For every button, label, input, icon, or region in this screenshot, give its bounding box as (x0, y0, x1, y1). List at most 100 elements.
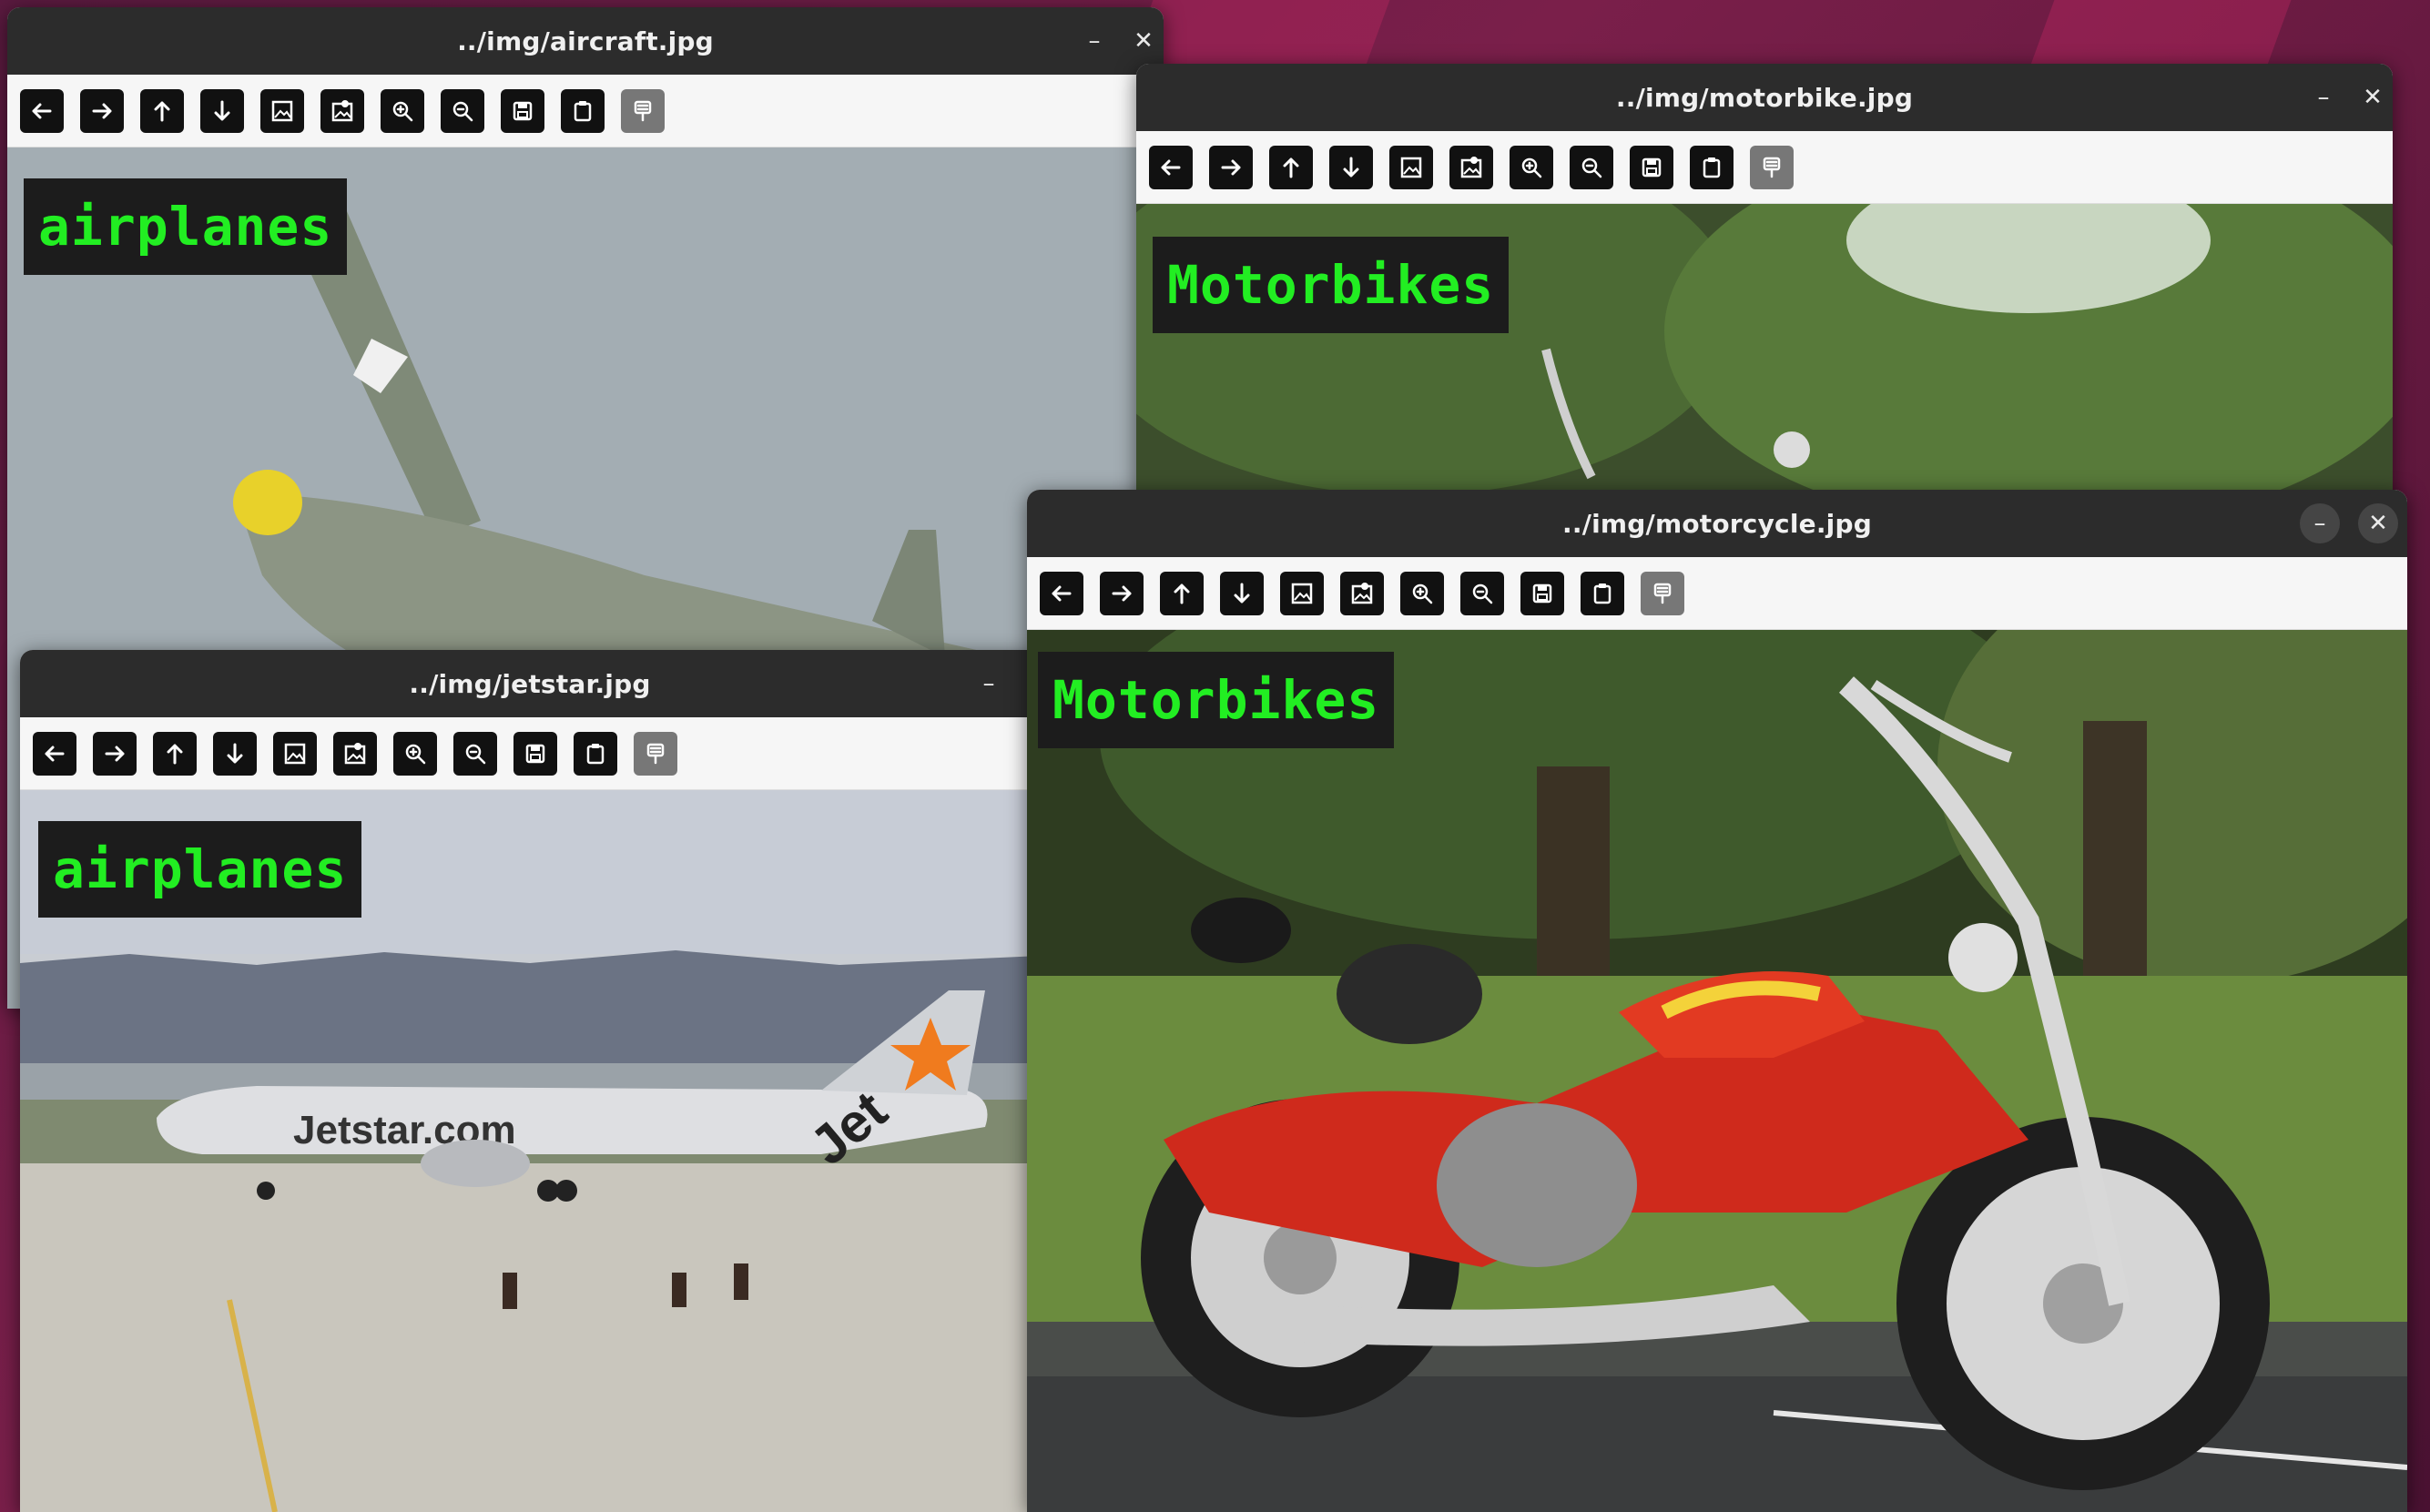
clipboard-icon (574, 100, 592, 121)
arrow-left-button[interactable] (33, 731, 76, 776)
arrow-right-button[interactable] (93, 731, 137, 776)
image-button[interactable] (260, 88, 304, 133)
arrow-down-icon (227, 743, 243, 763)
clipboard-icon (1593, 583, 1612, 604)
zoom-in-button[interactable] (1510, 145, 1553, 189)
image-person-icon (1460, 156, 1482, 178)
window-motorcycle[interactable]: ../img/motorcycle.jpg – ✕ Motorbikes (1027, 490, 2407, 1512)
properties-button[interactable] (1750, 145, 1794, 189)
zoom-in-button[interactable] (381, 88, 424, 133)
window-jetstar[interactable]: ../img/jetstar.jpg – Jetstar.com Jet air… (20, 650, 1040, 1512)
arrow-up-button[interactable] (153, 731, 197, 776)
image-icon (1291, 583, 1313, 604)
motorcycle-photo (1027, 630, 2407, 1512)
classification-label: Motorbikes (1038, 652, 1395, 748)
clipboard-button[interactable] (561, 88, 605, 133)
close-button[interactable]: ✕ (2353, 77, 2393, 117)
arrow-down-icon (1343, 157, 1359, 177)
arrow-down-icon (214, 100, 230, 120)
clipboard-button[interactable] (574, 731, 617, 776)
save-icon (525, 744, 545, 763)
arrow-up-icon (154, 101, 170, 121)
arrow-right-button[interactable] (1209, 145, 1253, 189)
image-icon (271, 100, 293, 121)
properties-icon (646, 743, 665, 764)
properties-icon (1763, 157, 1781, 178)
image-person-button[interactable] (1340, 571, 1384, 615)
arrow-down-button[interactable] (213, 731, 257, 776)
zoom-out-button[interactable] (1570, 145, 1613, 189)
arrow-right-icon (92, 103, 112, 118)
arrow-left-button[interactable] (20, 88, 64, 133)
image-person-button[interactable] (320, 88, 364, 133)
arrow-left-icon (1052, 585, 1072, 601)
image-button[interactable] (1280, 571, 1324, 615)
clipboard-button[interactable] (1581, 571, 1624, 615)
save-icon (513, 101, 533, 120)
close-button[interactable]: ✕ (2358, 503, 2398, 543)
minimize-button[interactable]: – (1074, 21, 1114, 61)
arrow-up-button[interactable] (1269, 145, 1313, 189)
zoom-out-button[interactable] (453, 731, 497, 776)
titlebar[interactable]: ../img/motorcycle.jpg – ✕ (1027, 490, 2407, 557)
minimize-button[interactable]: – (969, 664, 1009, 704)
clipboard-icon (1703, 157, 1721, 178)
toolbar (7, 75, 1164, 147)
close-button[interactable]: ✕ (1123, 21, 1164, 61)
save-button[interactable] (1520, 571, 1564, 615)
save-button[interactable] (513, 731, 557, 776)
image-icon (1400, 157, 1422, 178)
titlebar[interactable]: ../img/aircraft.jpg – ✕ (7, 7, 1164, 75)
save-button[interactable] (501, 88, 544, 133)
zoom-in-button[interactable] (1400, 571, 1444, 615)
properties-icon (634, 100, 652, 121)
arrow-down-button[interactable] (200, 88, 244, 133)
titlebar[interactable]: ../img/motorbike.jpg – ✕ (1136, 64, 2393, 131)
arrow-up-icon (1174, 583, 1190, 604)
arrow-right-button[interactable] (80, 88, 124, 133)
arrow-down-button[interactable] (1329, 145, 1373, 189)
minimize-button[interactable]: – (2303, 77, 2344, 117)
image-person-button[interactable] (333, 731, 377, 776)
properties-icon (1653, 583, 1672, 604)
zoom-in-button[interactable] (393, 731, 437, 776)
classification-label: Motorbikes (1153, 237, 1510, 333)
properties-button[interactable] (621, 88, 665, 133)
image-person-button[interactable] (1449, 145, 1493, 189)
zoom-out-icon (465, 744, 486, 764)
arrow-left-button[interactable] (1149, 145, 1193, 189)
zoom-in-icon (1521, 157, 1542, 178)
classification-label: airplanes (38, 821, 362, 918)
properties-button[interactable] (1641, 571, 1684, 615)
titlebar[interactable]: ../img/jetstar.jpg – (20, 650, 1040, 717)
arrow-up-button[interactable] (140, 88, 184, 133)
image-canvas: Motorbikes (1027, 630, 2407, 1512)
classification-label: airplanes (24, 178, 348, 275)
save-button[interactable] (1630, 145, 1673, 189)
image-icon (284, 743, 306, 764)
zoom-out-button[interactable] (1460, 571, 1504, 615)
clipboard-button[interactable] (1690, 145, 1734, 189)
arrow-up-icon (1283, 157, 1299, 178)
image-button[interactable] (1389, 145, 1433, 189)
arrow-left-button[interactable] (1040, 571, 1083, 615)
image-button[interactable] (273, 731, 317, 776)
zoom-out-icon (1581, 157, 1602, 178)
image-person-icon (344, 742, 366, 764)
image-person-icon (1351, 582, 1373, 604)
minimize-button[interactable]: – (2300, 503, 2340, 543)
zoom-in-icon (392, 101, 413, 121)
zoom-out-button[interactable] (441, 88, 484, 133)
arrow-up-button[interactable] (1160, 571, 1204, 615)
window-title: ../img/motorcycle.jpg (1562, 508, 1872, 539)
save-icon (1532, 583, 1552, 603)
arrow-down-icon (1234, 583, 1250, 603)
window-title: ../img/aircraft.jpg (457, 25, 714, 56)
toolbar (1136, 131, 2393, 204)
image-person-icon (331, 99, 353, 121)
zoom-out-icon (1472, 583, 1493, 604)
arrow-right-button[interactable] (1100, 571, 1144, 615)
arrow-down-button[interactable] (1220, 571, 1264, 615)
clipboard-icon (586, 743, 605, 764)
properties-button[interactable] (634, 731, 677, 776)
